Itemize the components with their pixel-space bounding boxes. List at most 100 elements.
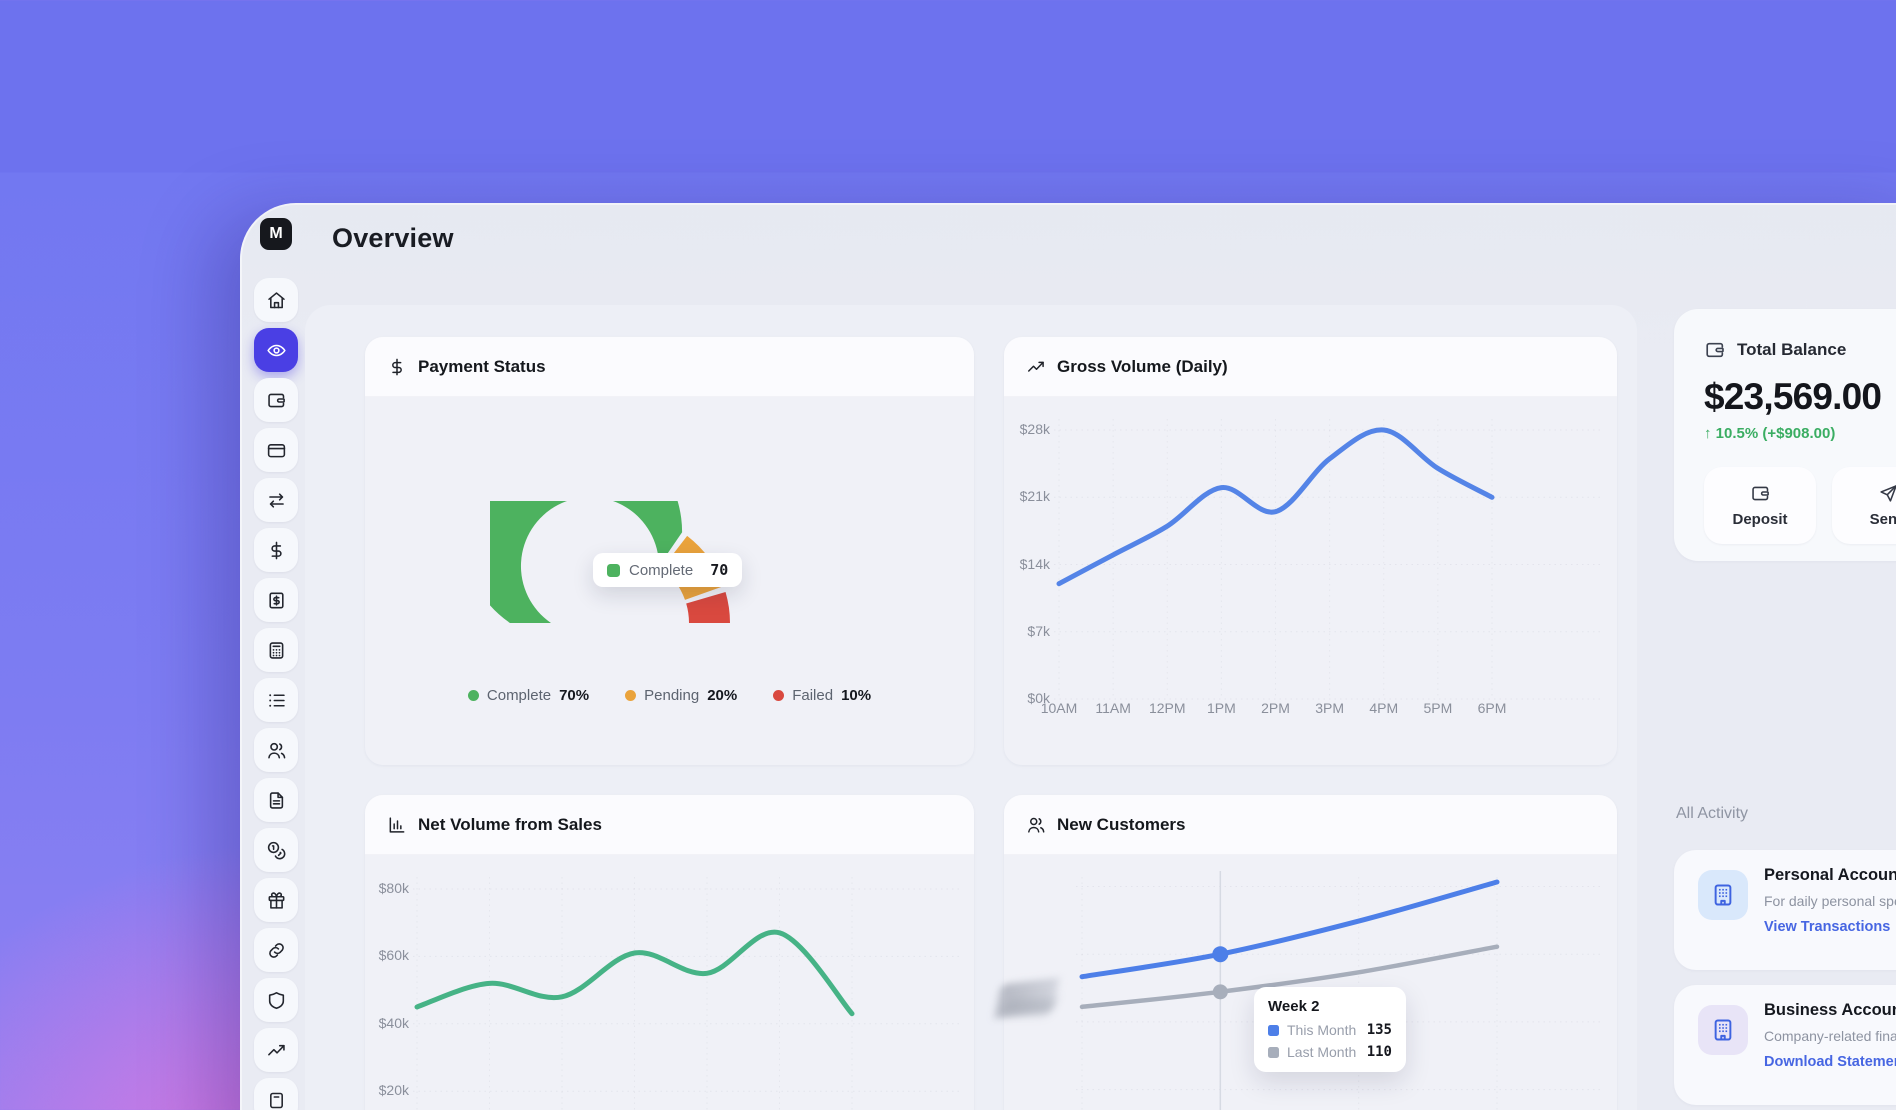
y-axis-tick: $28k bbox=[1004, 421, 1050, 437]
gauge-legend: Complete70% Pending 20% Failed 10% bbox=[365, 687, 974, 704]
tooltip-label: Complete bbox=[629, 562, 693, 579]
legend-value: 10% bbox=[841, 687, 871, 704]
legend-item-complete: Complete70% bbox=[468, 687, 589, 704]
tooltip-row: Last Month110 bbox=[1268, 1044, 1392, 1060]
net-volume-body: $80k$60k$40k$20k bbox=[365, 855, 974, 1110]
building-icon bbox=[1710, 882, 1736, 908]
wallet-icon bbox=[1750, 483, 1771, 504]
x-axis-tick: 6PM bbox=[1460, 700, 1524, 716]
sidebar-item-list[interactable] bbox=[254, 678, 298, 722]
total-balance-card: Total Balance $23,569.00 ↑ 10.5% (+$908.… bbox=[1674, 309, 1896, 561]
sidebar-item-users[interactable] bbox=[254, 728, 298, 772]
bar-chart-icon bbox=[387, 815, 407, 835]
sidebar-item-file[interactable] bbox=[254, 778, 298, 822]
sidebar-item-trending-up[interactable] bbox=[254, 1028, 298, 1072]
y-axis-tick: $20k bbox=[365, 1082, 409, 1098]
bar-chart-icon bbox=[387, 815, 407, 835]
action-label: Send bbox=[1870, 511, 1896, 528]
list-icon bbox=[266, 690, 287, 711]
coins-icon bbox=[266, 840, 287, 861]
gauge-tooltip: Complete 70 bbox=[593, 553, 742, 587]
receipt-icon bbox=[266, 590, 287, 611]
sidebar-item-credit-card[interactable] bbox=[254, 428, 298, 472]
wallet-icon bbox=[1750, 483, 1771, 504]
page-title: Overview bbox=[332, 223, 454, 254]
activity-link[interactable]: View Transactions bbox=[1764, 919, 1890, 935]
activity-link[interactable]: Download Statements bbox=[1764, 1054, 1896, 1070]
sidebar-item-link[interactable] bbox=[254, 928, 298, 972]
activity-heading: All Activity bbox=[1676, 805, 1748, 823]
balance-label: Total Balance bbox=[1737, 340, 1846, 360]
tooltip-swatch bbox=[607, 564, 620, 577]
deposit-button[interactable]: Deposit bbox=[1704, 467, 1816, 544]
users-icon bbox=[1026, 815, 1046, 835]
activity-card-personal-account[interactable]: Personal Account For daily personal spen… bbox=[1674, 850, 1896, 970]
box-icon bbox=[266, 1090, 287, 1110]
sidebar-item-shield[interactable] bbox=[254, 978, 298, 1022]
send-button[interactable]: Send bbox=[1832, 467, 1896, 544]
card-header: Payment Status bbox=[365, 337, 974, 397]
activity-subtitle: Company-related finances bbox=[1764, 1028, 1896, 1044]
legend-item-pending: Pending 20% bbox=[625, 687, 737, 704]
y-axis-tick: $80k bbox=[365, 880, 409, 896]
send-icon bbox=[1878, 483, 1896, 504]
card-header: New Customers bbox=[1004, 795, 1617, 855]
tooltip-swatch bbox=[1268, 1025, 1279, 1036]
sidebar-item-arrows[interactable] bbox=[254, 478, 298, 522]
building-icon bbox=[1698, 1005, 1748, 1055]
sidebar-item-calculator[interactable] bbox=[254, 628, 298, 672]
legend-label: Failed bbox=[792, 687, 833, 704]
home-icon bbox=[266, 290, 287, 311]
arrows-icon bbox=[266, 490, 287, 511]
sidebar-item-wallet[interactable] bbox=[254, 378, 298, 422]
app-logo: M bbox=[260, 218, 292, 250]
legend-value: 20% bbox=[707, 687, 737, 704]
y-axis-tick: $21k bbox=[1004, 488, 1050, 504]
card-header: Net Volume from Sales bbox=[365, 795, 974, 855]
users-icon bbox=[266, 740, 287, 761]
new-customers-body: Week 2 This Month135Last Month110 bbox=[1004, 855, 1617, 1110]
activity-card-business-account[interactable]: Business Account Company-related finance… bbox=[1674, 985, 1896, 1105]
card-title: New Customers bbox=[1057, 815, 1185, 835]
dollar-icon bbox=[266, 540, 287, 561]
action-label: Deposit bbox=[1732, 511, 1787, 528]
tooltip-swatch bbox=[1268, 1047, 1279, 1058]
sidebar-item-receipt[interactable] bbox=[254, 578, 298, 622]
balance-actions: Deposit Send bbox=[1704, 467, 1896, 544]
legend-dot bbox=[773, 690, 784, 701]
sidebar-item-home[interactable] bbox=[254, 278, 298, 322]
tooltip-series-name: Last Month bbox=[1287, 1044, 1356, 1060]
sidebar-item-eye[interactable] bbox=[254, 328, 298, 372]
sidebar-item-box[interactable] bbox=[254, 1078, 298, 1110]
new-customers-card: New Customers Week 2 This Month135Last M… bbox=[1004, 795, 1617, 1110]
eye-icon bbox=[266, 340, 287, 361]
app-window: M Overview Payment Status Complete 70 Co… bbox=[240, 203, 1896, 1110]
card-header: Gross Volume (Daily) bbox=[1004, 337, 1617, 397]
marker-this-month bbox=[1212, 946, 1228, 962]
wallet-icon bbox=[1704, 339, 1726, 361]
card-title: Net Volume from Sales bbox=[418, 815, 602, 835]
building-icon bbox=[1698, 870, 1748, 920]
activity-title: Business Account bbox=[1764, 1001, 1896, 1020]
building-icon bbox=[1710, 1017, 1736, 1043]
dashboard-container: Payment Status Complete 70 Complete70% Pe… bbox=[305, 305, 1637, 1110]
motion-blur-artifact bbox=[1001, 999, 1056, 1015]
payment-status-body: Complete 70 Complete70% Pending 20% Failed 1… bbox=[365, 397, 974, 765]
tooltip-value: 70 bbox=[710, 561, 728, 579]
dollar-icon bbox=[387, 357, 407, 377]
activity-title: Personal Account bbox=[1764, 866, 1896, 885]
sidebar-item-coins[interactable] bbox=[254, 828, 298, 872]
tooltip-row: This Month135 bbox=[1268, 1022, 1392, 1038]
file-icon bbox=[266, 790, 287, 811]
net-volume-chart bbox=[365, 855, 974, 1110]
y-axis-tick: $60k bbox=[365, 947, 409, 963]
sidebar-item-dollar[interactable] bbox=[254, 528, 298, 572]
calculator-icon bbox=[266, 640, 287, 661]
activity-subtitle: For daily personal spending bbox=[1764, 893, 1896, 909]
legend-label: Pending bbox=[644, 687, 699, 704]
sidebar-item-gift[interactable] bbox=[254, 878, 298, 922]
legend-label: Complete bbox=[487, 687, 551, 704]
trending-up-icon bbox=[266, 1040, 287, 1061]
tooltip-series-name: This Month bbox=[1287, 1022, 1356, 1038]
wallet-icon bbox=[266, 390, 287, 411]
